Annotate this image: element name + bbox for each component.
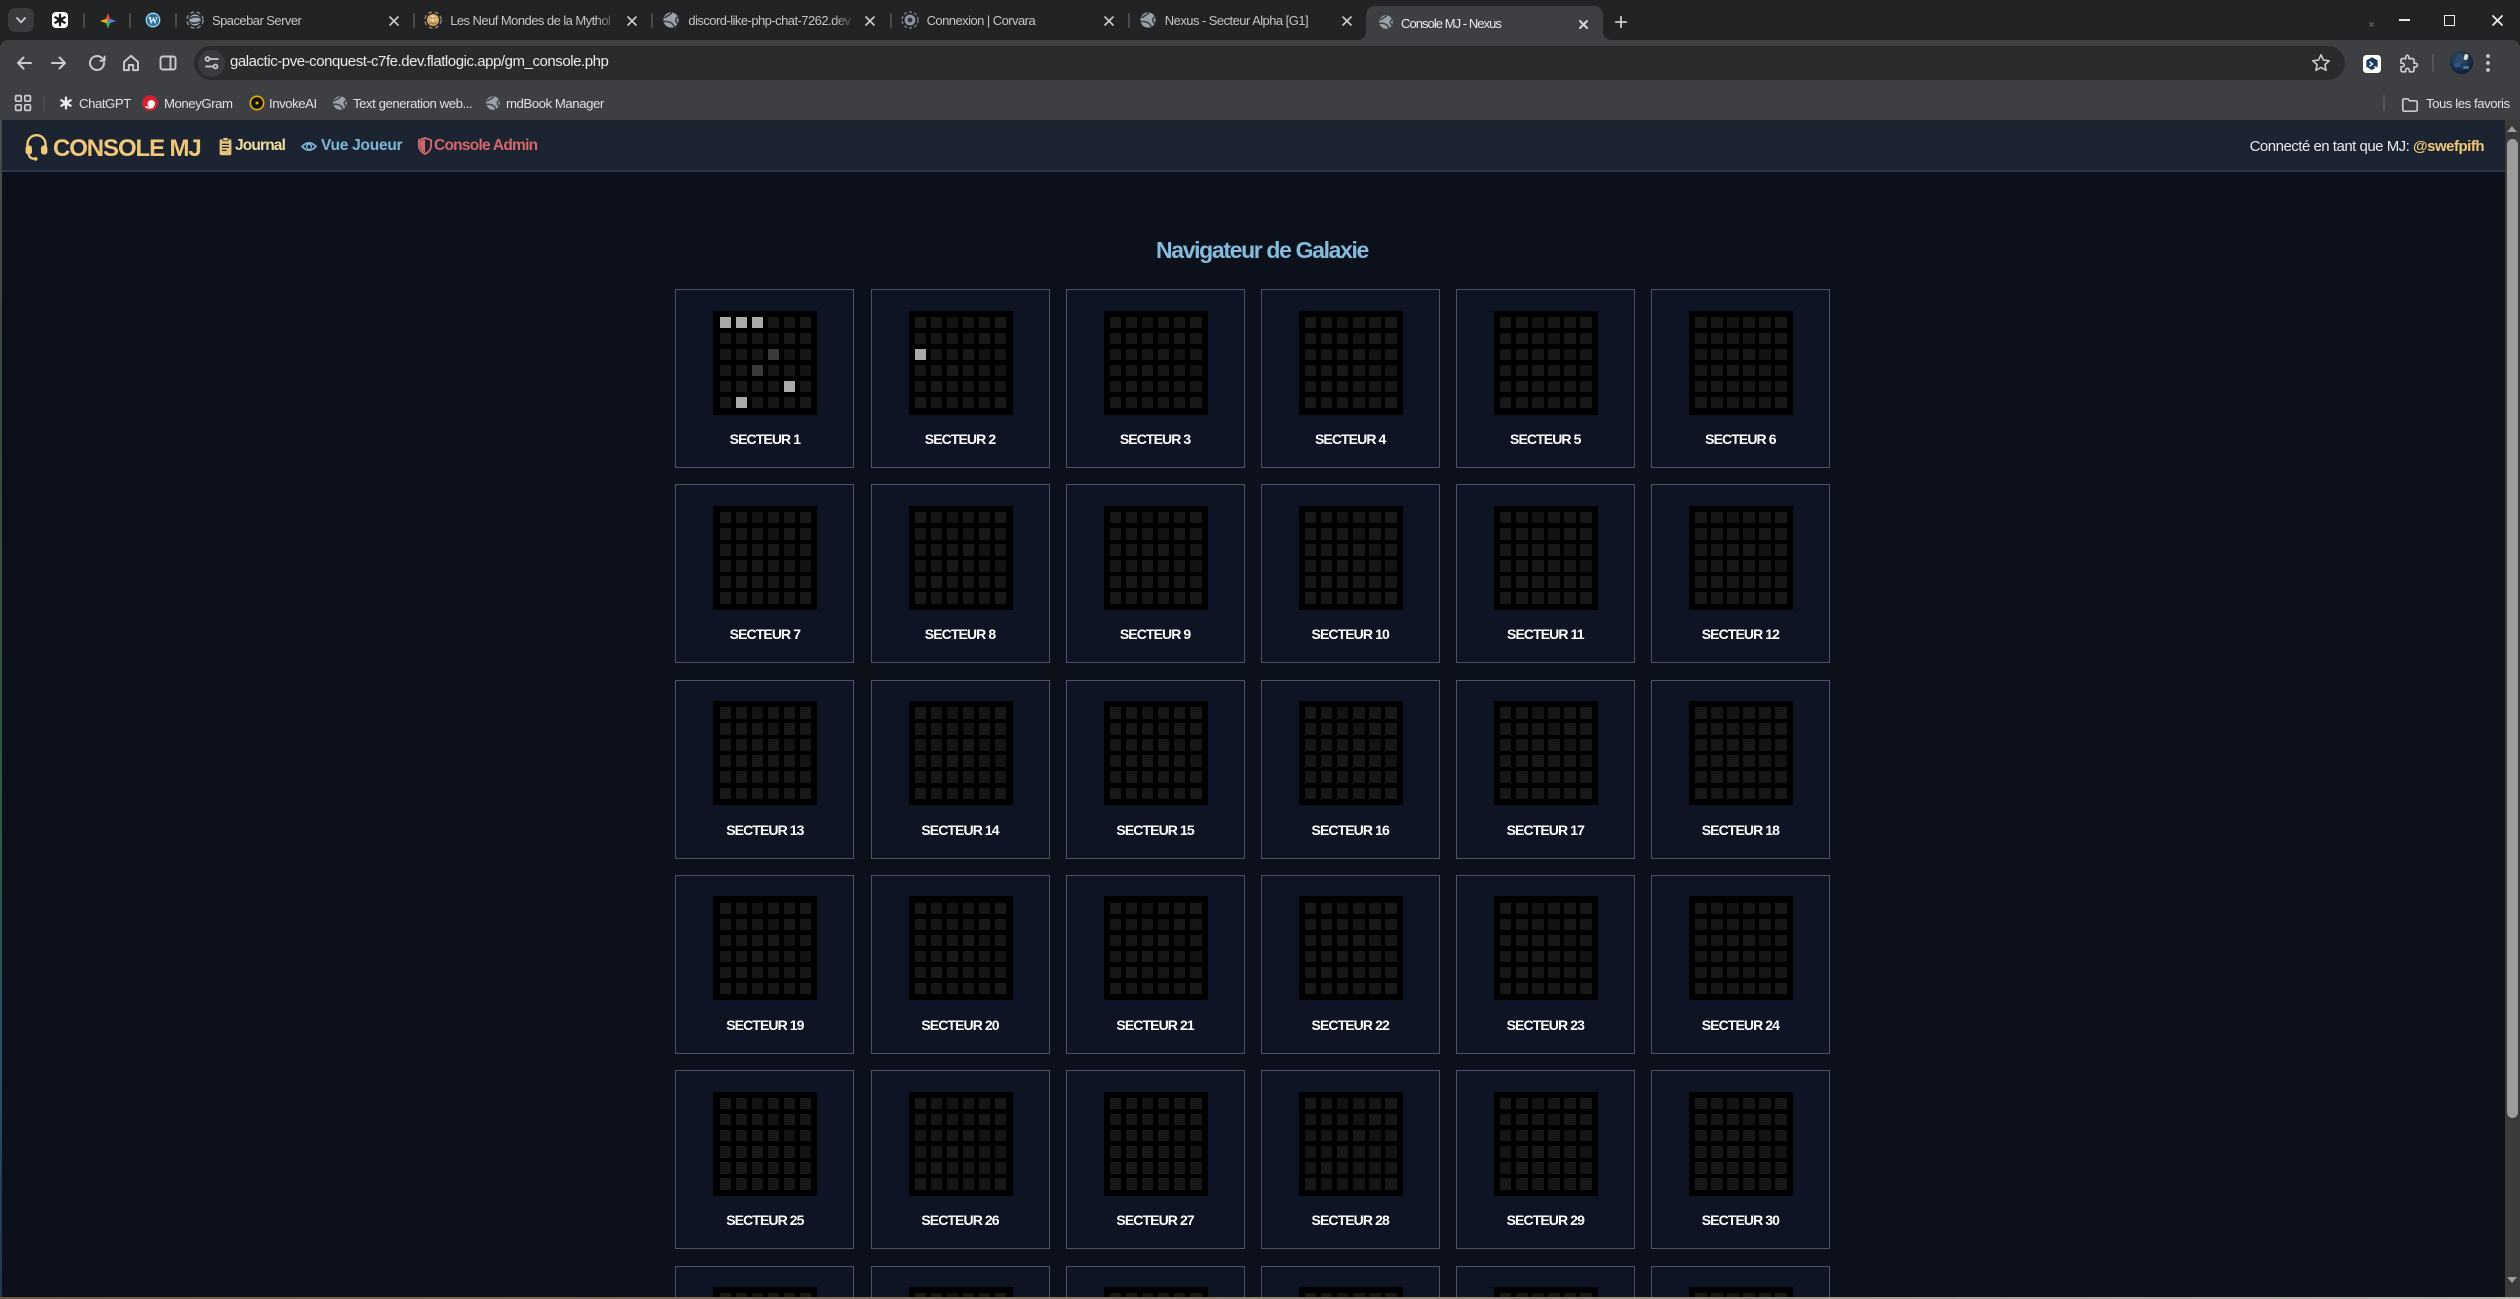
svg-text:W: W <box>148 16 158 26</box>
